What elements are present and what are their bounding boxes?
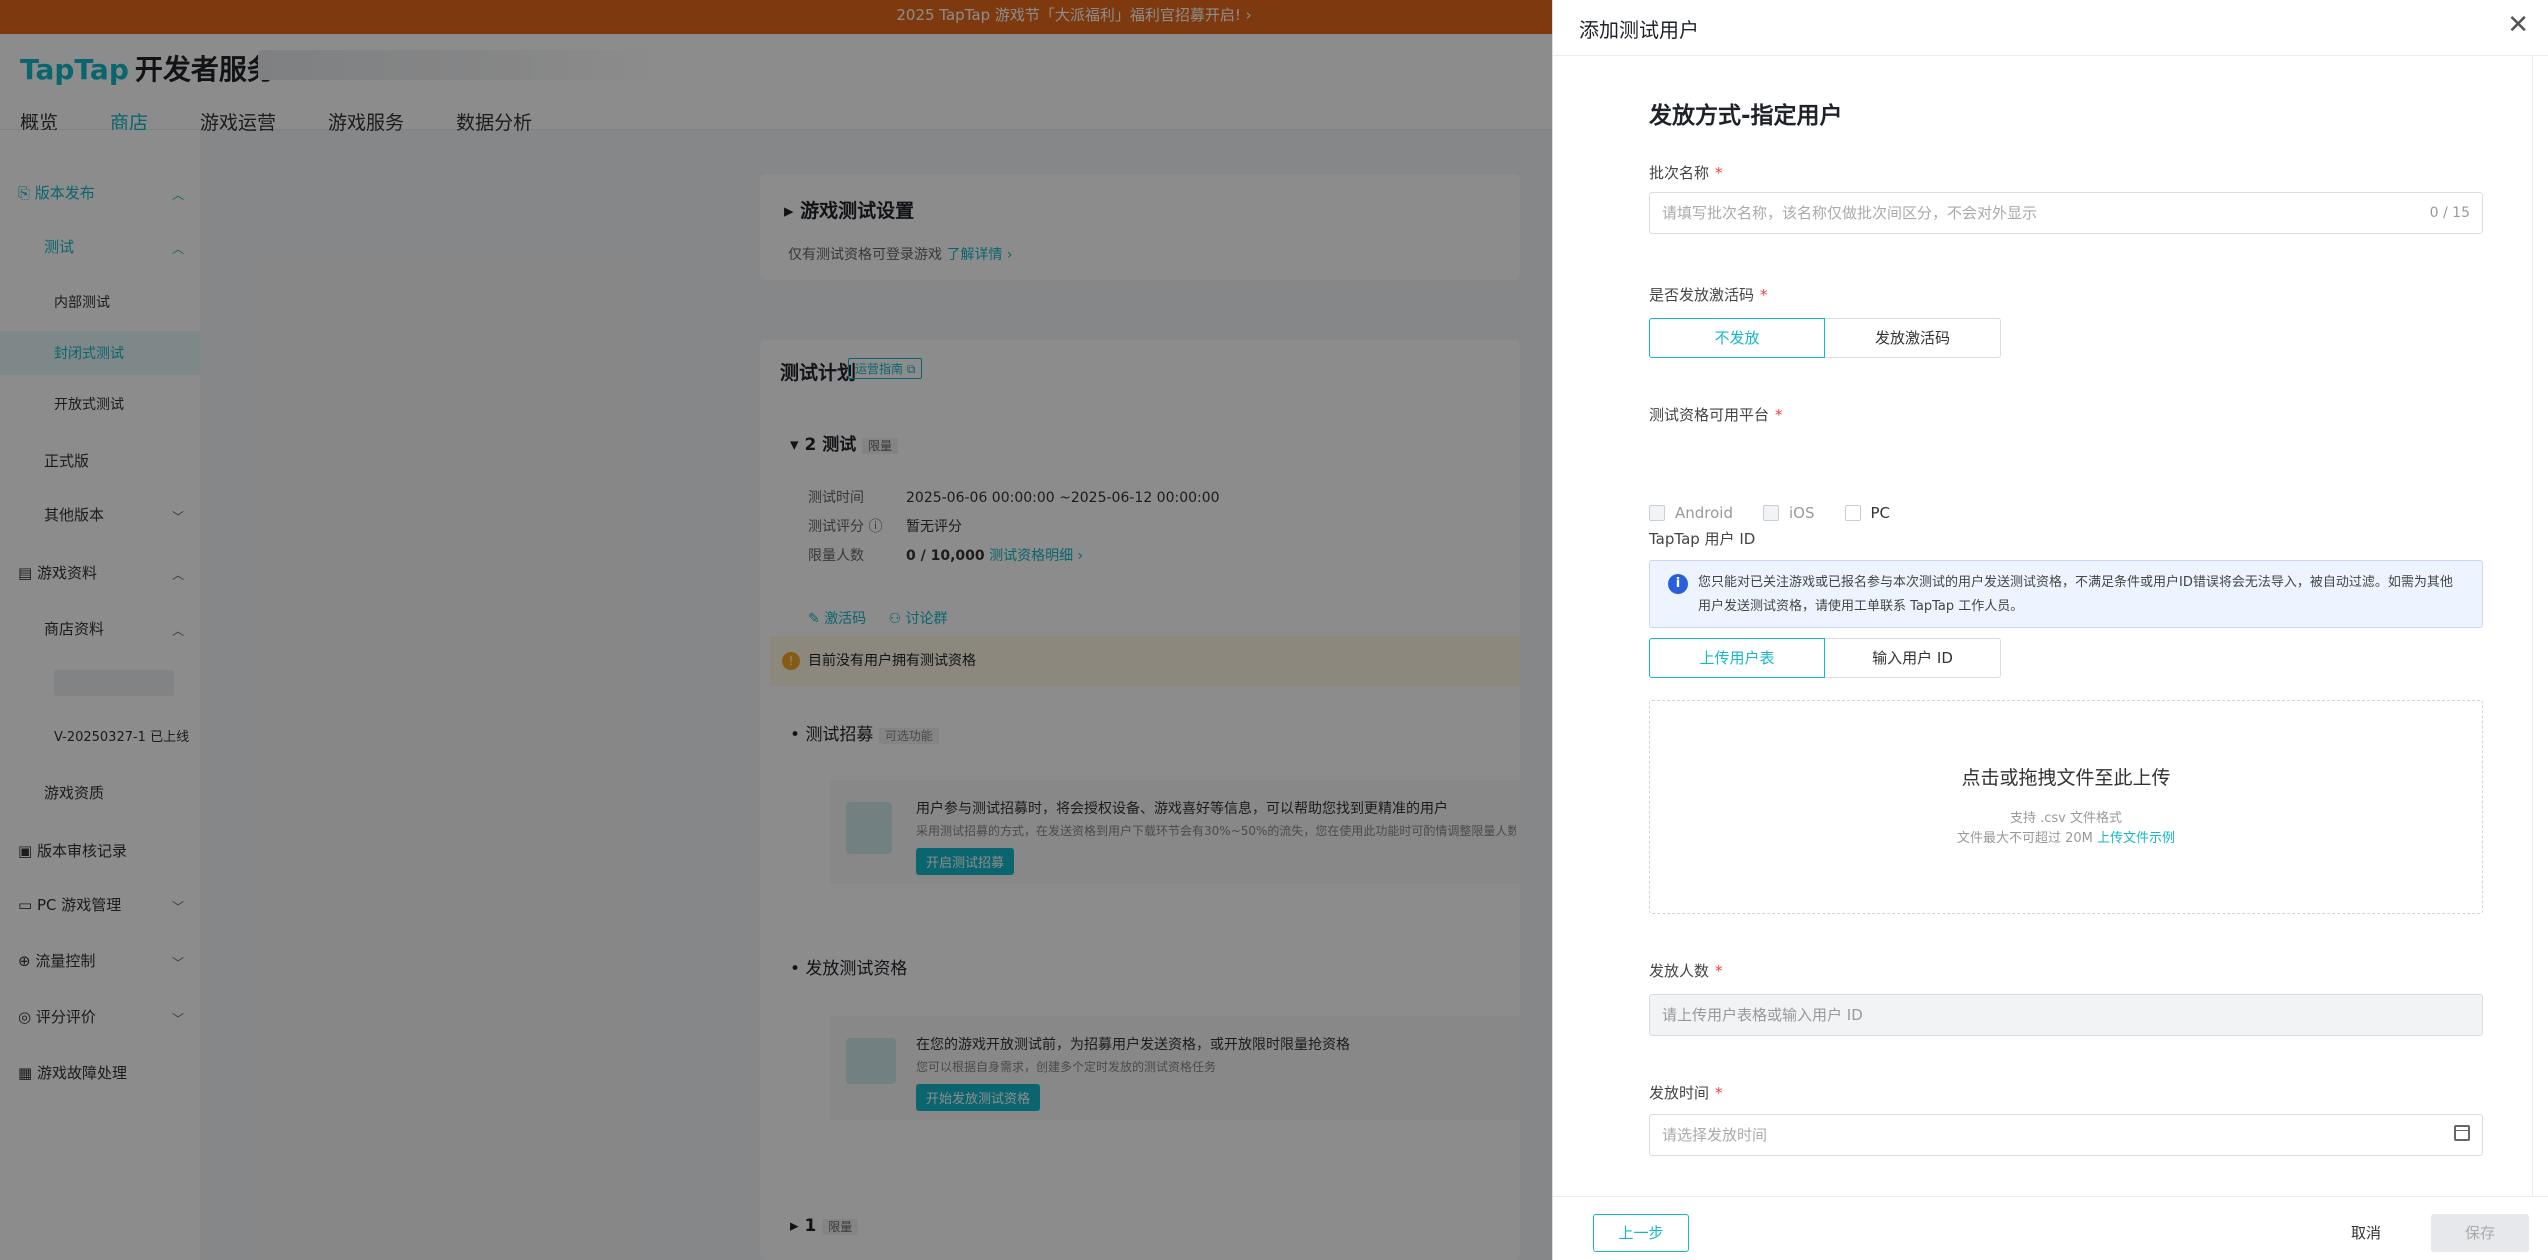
cancel-button[interactable]: 取消	[2337, 1214, 2395, 1252]
modal-overlay[interactable]	[0, 0, 1552, 1260]
time-placeholder: 请选择发放时间	[1662, 1126, 1768, 1144]
issue-count-input: 请上传用户表格或输入用户 ID	[1649, 994, 2483, 1036]
info-notice: i 您只能对已关注游戏或已报名参与本次测试的用户发送测试资格，不满足条件或用户I…	[1649, 560, 2483, 628]
pc-label: PC	[1870, 504, 1891, 522]
file-upload-dropzone[interactable]: 点击或拖拽文件至此上传 支持 .csv 文件格式 文件最大不可超过 20M 上传…	[1649, 700, 2483, 914]
required-asterisk: *	[1760, 286, 1768, 304]
section-title: 发放方式-指定用户	[1649, 103, 1843, 129]
count-placeholder: 请上传用户表格或输入用户 ID	[1662, 1006, 1863, 1024]
platform-label-text: 测试资格可用平台	[1649, 406, 1770, 424]
calendar-icon	[2454, 1125, 2470, 1141]
platform-checkboxes: Android iOS PC	[1649, 504, 1890, 522]
activation-segmented: 不发放 发放激活码	[1649, 318, 2001, 358]
upload-format-hint: 支持 .csv 文件格式	[2009, 811, 2122, 826]
drawer-body: 发放方式-指定用户 批次名称 * 请填写批次名称，该名称仅做批次间区分，不会对外显…	[1569, 56, 2533, 1196]
pc-checkbox[interactable]: PC	[1844, 504, 1891, 522]
issue-time-label-text: 发放时间	[1649, 1084, 1710, 1102]
count-label-text: 发放人数	[1649, 962, 1710, 980]
checkbox-box	[1844, 505, 1861, 521]
drawer-title: 添加测试用户	[1579, 18, 1699, 42]
input-user-id-tab[interactable]: 输入用户 ID	[1825, 638, 2001, 678]
required-asterisk: *	[1715, 1084, 1723, 1102]
issue-activation-option[interactable]: 发放激活码	[1825, 318, 2001, 358]
char-counter: 0 / 15	[2429, 205, 2470, 221]
upload-title: 点击或拖拽文件至此上传	[1961, 767, 2171, 789]
activation-label-text: 是否发放激活码	[1649, 286, 1755, 304]
info-icon: i	[1668, 574, 1688, 594]
add-test-user-drawer: 添加测试用户 ✕ 发放方式-指定用户 批次名称 * 请填写批次名称，该名称仅做批次…	[1552, 0, 2548, 1260]
activation-label: 是否发放激活码 *	[1649, 284, 1768, 305]
close-icon[interactable]: ✕	[2507, 10, 2529, 40]
android-label: Android	[1675, 504, 1733, 522]
upload-user-table-tab[interactable]: 上传用户表	[1649, 638, 1825, 678]
checkbox-box	[1763, 505, 1779, 521]
checkbox-box	[1649, 505, 1665, 521]
notice-text: 您只能对已关注游戏或已报名参与本次测试的用户发送测试资格，不满足条件或用户ID错…	[1698, 575, 2453, 614]
user-id-label: TapTap 用户 ID	[1649, 530, 1756, 548]
platform-label: 测试资格可用平台 *	[1649, 404, 1783, 425]
ios-label: iOS	[1789, 504, 1815, 522]
upload-hint: 支持 .csv 文件格式 文件最大不可超过 20M 上传文件示例	[1650, 809, 2482, 849]
batch-name-input[interactable]: 请填写批次名称，该名称仅做批次间区分，不会对外显示 0 / 15	[1649, 192, 2483, 234]
batch-name-label: 批次名称 *	[1649, 162, 1723, 183]
batch-name-label-text: 批次名称	[1649, 164, 1710, 182]
upload-mode-segmented: 上传用户表 输入用户 ID	[1649, 638, 2001, 678]
required-asterisk: *	[1775, 406, 1783, 424]
ios-checkbox[interactable]: iOS	[1763, 504, 1815, 522]
issue-time-label: 发放时间 *	[1649, 1082, 1723, 1103]
required-asterisk: *	[1715, 962, 1723, 980]
drawer-header: 添加测试用户 ✕	[1553, 0, 2548, 56]
upload-example-link[interactable]: 上传文件示例	[2097, 831, 2175, 846]
issue-time-picker[interactable]: 请选择发放时间	[1649, 1114, 2483, 1156]
save-button[interactable]: 保存	[2431, 1214, 2529, 1252]
required-asterisk: *	[1715, 164, 1723, 182]
previous-step-button[interactable]: 上一步	[1593, 1214, 1689, 1252]
no-activation-option[interactable]: 不发放	[1649, 318, 1825, 358]
upload-size-text: 文件最大不可超过 20M	[1956, 831, 2093, 846]
count-label: 发放人数 *	[1649, 960, 1723, 981]
android-checkbox[interactable]: Android	[1649, 504, 1733, 522]
batch-name-placeholder: 请填写批次名称，该名称仅做批次间区分，不会对外显示	[1662, 204, 2038, 222]
drawer-footer: 上一步 取消 保存	[1553, 1196, 2548, 1260]
upload-size-hint: 文件最大不可超过 20M 上传文件示例	[1650, 829, 2482, 849]
